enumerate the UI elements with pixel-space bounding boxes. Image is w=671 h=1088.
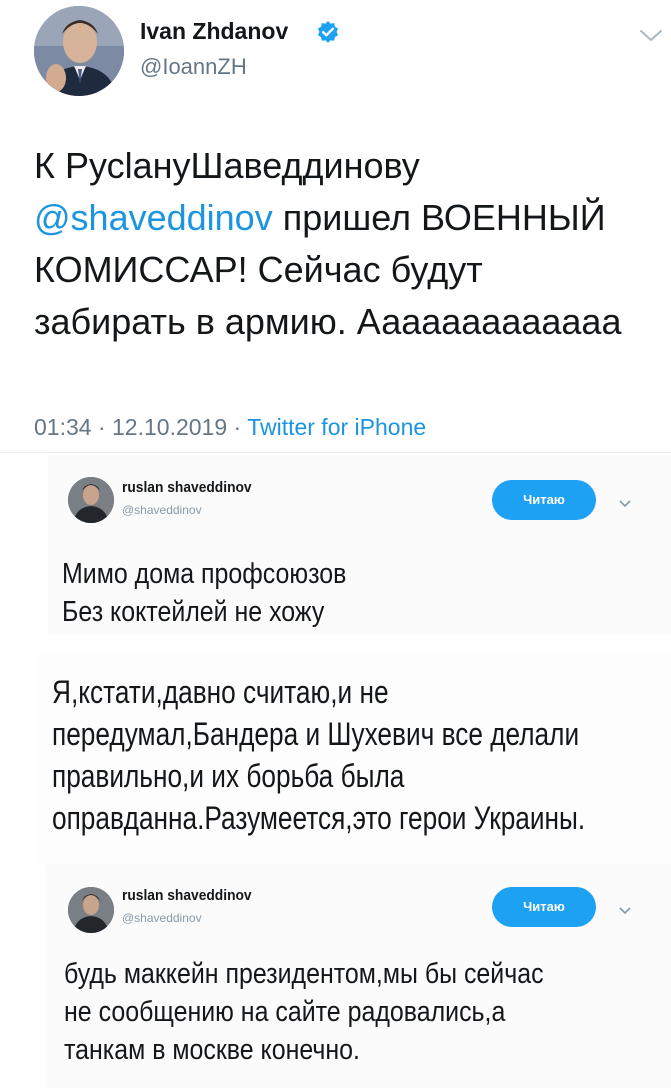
- tweet-text-fragment: пришел ВОЕННЫЙ: [272, 197, 606, 238]
- tweet-date[interactable]: 12.10.2019: [112, 414, 227, 440]
- embedded-tweet-text: будь маккейн президентом,мы бы сейчас не…: [64, 955, 544, 1069]
- author-handle[interactable]: @IoannZH: [140, 54, 247, 80]
- embedded-author-handle[interactable]: @shaveddinov: [122, 503, 202, 517]
- follow-button[interactable]: Читаю: [492, 480, 596, 520]
- comment-text-line: передумал,Бандера и Шухевич все делали: [52, 716, 580, 752]
- embedded-text-line: не сообщению на сайте радовались,а: [64, 996, 506, 1028]
- tweet-text-line: К РусlануШаведдинову: [34, 145, 420, 186]
- tweet-text: К РусlануШаведдинову @shaveddinov пришел…: [34, 140, 654, 348]
- author-avatar[interactable]: [34, 6, 124, 96]
- tweet-text-line: забирать в армию. Ааааааааааааа: [34, 301, 622, 342]
- chevron-down-icon[interactable]: [618, 902, 632, 915]
- tweet-text-line: @shaveddinov пришел ВОЕННЫЙ: [34, 192, 654, 244]
- author-name[interactable]: Ivan Zhdanov: [140, 18, 288, 45]
- verified-badge-icon: [316, 20, 340, 44]
- embedded-text-line: будь маккейн президентом,мы бы сейчас: [64, 958, 544, 990]
- comment-text-line: Я,кстати,давно считаю,и не: [52, 674, 389, 710]
- chevron-down-icon[interactable]: [638, 28, 664, 44]
- comment-text-line: правильно,и их борьба была: [52, 758, 405, 794]
- chevron-down-icon[interactable]: [618, 495, 632, 508]
- comment-text-line: оправданна.Разумеется,это герои Украины.: [52, 800, 586, 836]
- quoted-comment-text: Я,кстати,давно считаю,и не передумал,Бан…: [52, 671, 585, 839]
- tweet-text-line: КОМИССАР! Сейчас будут: [34, 249, 483, 290]
- embedded-author-name[interactable]: ruslan shaveddinov: [122, 479, 252, 496]
- quoted-comment-screenshot: Я,кстати,давно считаю,и не передумал,Бан…: [36, 653, 671, 865]
- mention-link[interactable]: @shaveddinov: [34, 197, 273, 238]
- gap: [0, 635, 671, 653]
- meta-separator: ·: [233, 414, 242, 440]
- embedded-tweet-text: Мимо дома профсоюзов Без коктейлей не хо…: [62, 555, 346, 631]
- embedded-tweet-screenshot: ruslan shaveddinov @shaveddinov Читаю бу…: [46, 865, 671, 1088]
- avatar-photo: [34, 6, 124, 96]
- embedded-tweet-screenshot: ruslan shaveddinov @shaveddinov Читаю Ми…: [48, 455, 671, 635]
- tweet-source-link[interactable]: Twitter for iPhone: [247, 414, 426, 440]
- tweet-time[interactable]: 01:34: [34, 414, 92, 440]
- embedded-text-line: Без коктейлей не хожу: [62, 596, 325, 628]
- divider: [0, 452, 671, 453]
- avatar-photo: [68, 477, 114, 523]
- embedded-author-handle[interactable]: @shaveddinov: [122, 911, 202, 925]
- meta-separator: ·: [97, 414, 106, 440]
- embedded-author-avatar[interactable]: [68, 477, 114, 523]
- embedded-text-line: Мимо дома профсоюзов: [62, 558, 347, 590]
- embedded-author-name[interactable]: ruslan shaveddinov: [122, 887, 252, 904]
- tweet-meta: 01:34 · 12.10.2019 · Twitter for iPhone: [34, 414, 426, 441]
- embedded-text-line: танкам в москве конечно.: [64, 1034, 360, 1066]
- embedded-author-avatar[interactable]: [68, 887, 114, 933]
- follow-button[interactable]: Читаю: [492, 887, 596, 927]
- avatar-photo: [68, 887, 114, 933]
